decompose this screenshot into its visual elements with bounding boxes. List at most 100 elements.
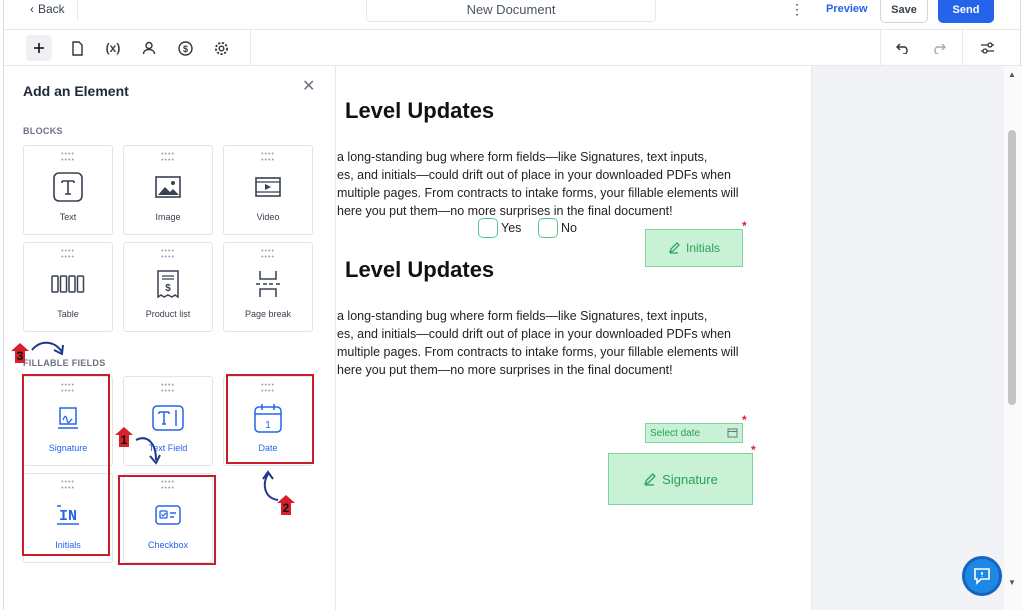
more-options-icon[interactable]: ⋮ — [790, 0, 804, 18]
yes-option[interactable]: Yes — [478, 218, 521, 238]
paragraph-line: here you put them—no more surprises in t… — [337, 363, 673, 377]
block-label: Image — [155, 212, 181, 222]
scroll-up-icon[interactable]: ▲ — [1008, 70, 1016, 79]
highlight-box-signature-initials — [22, 374, 110, 556]
initials-field[interactable]: Initials — [645, 229, 743, 267]
document-canvas[interactable]: Level Updates a long-standing bug where … — [337, 66, 811, 610]
curved-arrow-icon — [135, 437, 161, 465]
sliders-icon[interactable] — [974, 35, 1000, 61]
required-marker: * — [751, 443, 756, 457]
add-element-panel: Add an Element ✕ BLOCKS •••• •••• Text ••… — [4, 66, 336, 610]
back-label: Back — [38, 2, 65, 16]
block-label: Table — [57, 309, 79, 319]
undo-icon[interactable] — [890, 35, 916, 61]
block-product-list[interactable]: •••• •••• $ Product list — [123, 242, 213, 332]
drag-handle-icon: •••• •••• — [61, 151, 75, 164]
vertical-scrollbar[interactable]: ▲ ▼ — [1004, 66, 1022, 610]
text-block-icon — [24, 170, 112, 204]
step-badge-icon: 1 — [115, 427, 133, 447]
divider — [880, 30, 881, 66]
drag-handle-icon: •••• •••• — [161, 382, 175, 395]
divider — [77, 0, 78, 20]
curved-arrow-icon — [262, 470, 279, 501]
redo-icon[interactable] — [926, 35, 952, 61]
chevron-left-icon: ‹ — [30, 2, 34, 16]
document-heading: Level Updates — [345, 98, 495, 123]
user-icon[interactable] — [136, 35, 162, 61]
right-gutter — [811, 66, 1004, 610]
chat-support-button[interactable] — [962, 556, 1002, 596]
panel-title: Add an Element — [23, 83, 129, 99]
text-field-icon — [124, 401, 212, 435]
scroll-down-icon[interactable]: ▼ — [1008, 578, 1016, 587]
divider — [962, 30, 963, 66]
save-button[interactable]: Save — [880, 0, 928, 23]
highlight-box-checkbox — [118, 475, 216, 565]
page-break-icon — [224, 267, 312, 301]
scrollbar-thumb[interactable] — [1008, 130, 1016, 405]
block-table[interactable]: •••• •••• Table — [23, 242, 113, 332]
product-list-icon: $ — [124, 267, 212, 301]
no-label: No — [561, 221, 577, 235]
document-heading: Level Updates — [345, 257, 495, 282]
pencil-icon — [644, 472, 657, 486]
paragraph-line: a long-standing bug where form fields—li… — [337, 150, 708, 164]
divider — [250, 30, 251, 66]
yes-label: Yes — [501, 221, 522, 235]
drag-handle-icon: •••• •••• — [161, 248, 175, 261]
required-marker: * — [742, 413, 747, 427]
back-button[interactable]: ‹ Back — [30, 2, 65, 16]
image-icon — [124, 170, 212, 204]
date-field[interactable]: Select date — [645, 423, 743, 443]
step-badge-icon: 3 — [11, 343, 29, 363]
signature-field[interactable]: Signature — [608, 453, 753, 505]
plus-icon[interactable] — [26, 35, 52, 61]
preview-button[interactable]: Preview — [826, 3, 868, 15]
dollar-icon[interactable]: $ — [172, 35, 198, 61]
block-label: Page break — [244, 309, 292, 319]
page-icon[interactable] — [64, 35, 90, 61]
paragraph-line: es, and initials—could drift out of plac… — [337, 327, 731, 341]
block-page-break[interactable]: •••• •••• Page break — [223, 242, 313, 332]
document-title-field[interactable]: New Document — [366, 0, 656, 22]
svg-text:$: $ — [182, 44, 187, 54]
highlight-box-date — [226, 374, 314, 464]
table-icon — [24, 267, 112, 301]
block-text[interactable]: •••• •••• Text — [23, 145, 113, 235]
initials-field-label: Initials — [685, 241, 720, 255]
document-paragraph: a long-standing bug where form fields—li… — [337, 148, 807, 220]
close-icon[interactable]: ✕ — [302, 76, 315, 96]
blocks-section-label: BLOCKS — [23, 126, 63, 136]
top-bar: ‹ Back New Document ⋮ Preview Save Send — [4, 0, 1022, 30]
calendar-icon — [727, 428, 738, 438]
block-label: Product list — [145, 309, 191, 319]
block-label: Text — [59, 212, 77, 222]
paragraph-line: a long-standing bug where form fields—li… — [337, 309, 708, 323]
drag-handle-icon: •••• •••• — [261, 248, 275, 261]
svg-text:$: $ — [165, 283, 171, 294]
required-marker: * — [742, 219, 747, 233]
chat-icon — [974, 568, 990, 585]
block-label: Video — [256, 212, 280, 222]
no-checkbox[interactable] — [538, 218, 558, 238]
gear-icon[interactable] — [208, 35, 234, 61]
variable-icon[interactable]: (x) — [100, 35, 126, 61]
variable-label: (x) — [105, 41, 121, 55]
step-badge-number: 1 — [121, 433, 128, 447]
step-badge-number: 2 — [283, 501, 290, 515]
document-paragraph: a long-standing bug where form fields—li… — [337, 307, 807, 379]
block-image[interactable]: •••• •••• Image — [123, 145, 213, 235]
pencil-icon — [669, 242, 680, 254]
curved-arrow-icon — [31, 341, 64, 356]
video-icon — [224, 170, 312, 204]
no-option[interactable]: No — [538, 218, 577, 238]
drag-handle-icon: •••• •••• — [161, 151, 175, 164]
paragraph-line: multiple pages. From contracts to intake… — [337, 345, 739, 359]
send-button[interactable]: Send — [938, 0, 994, 23]
yes-checkbox[interactable] — [478, 218, 498, 238]
app-window: ‹ Back New Document ⋮ Preview Save Send … — [3, 0, 1022, 610]
block-video[interactable]: •••• •••• Video — [223, 145, 313, 235]
editor-toolbar: (x) $ — [4, 30, 1022, 66]
drag-handle-icon: •••• •••• — [61, 248, 75, 261]
drag-handle-icon: •••• •••• — [261, 151, 275, 164]
